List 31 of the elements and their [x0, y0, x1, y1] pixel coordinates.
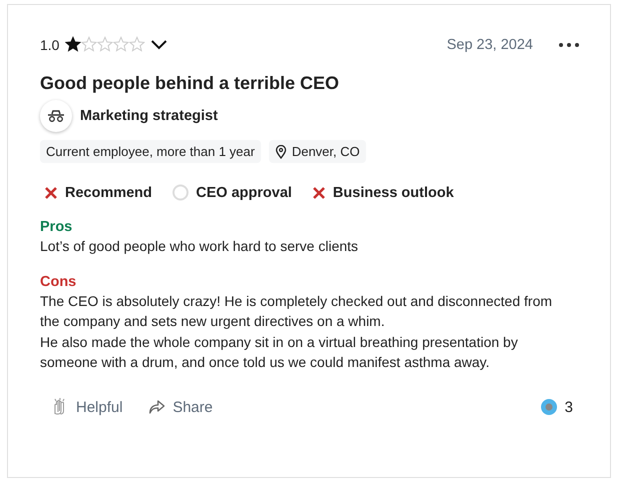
x-icon — [312, 186, 326, 200]
cons-text: He also made the whole company sit in on a virtual breathing presentation by someone with a drum, and once told us we could manifest asthma away. — [40, 333, 519, 372]
rating-label: Recommend — [65, 184, 152, 200]
location-tag: Denver, CO — [268, 140, 366, 163]
star-icon — [129, 36, 146, 52]
share-arrow-icon — [148, 400, 165, 414]
job-title: Marketing strategist — [80, 108, 218, 124]
review-date: Sep 23, 2024 — [446, 37, 533, 53]
cons-heading: Cons — [40, 274, 78, 290]
x-icon — [44, 186, 58, 200]
pros-text: Lot’s of good people who work hard to serve clients — [40, 237, 360, 256]
star-icon — [113, 36, 130, 52]
star-icon — [65, 36, 82, 52]
more-options-icon[interactable] — [559, 43, 579, 47]
star-icon — [97, 36, 114, 52]
rating-label: CEO approval — [196, 184, 292, 200]
share-button[interactable]: Share — [148, 398, 213, 416]
employment-tag: Current employee, more than 1 year — [40, 140, 261, 163]
rating-value: 1.0 — [40, 37, 60, 53]
cons-text: The CEO is absolutely crazy! He is completely checked out and disconnected from the company and sets new urgent directives on a whim. — [40, 292, 554, 331]
star-icon — [81, 36, 98, 52]
location-pin-icon — [274, 144, 287, 158]
rating-label: Business outlook — [332, 184, 454, 200]
hat-glasses-icon — [47, 110, 65, 122]
empty-circle-icon — [172, 184, 190, 201]
clapping-emoji-icon — [540, 399, 557, 415]
review-title: Good people behind a terrible CEO — [40, 73, 340, 94]
helpful-button[interactable]: Helpful — [52, 398, 123, 416]
chevron-down-icon[interactable] — [151, 40, 168, 50]
helpful-count: 3 — [564, 398, 573, 416]
pros-heading: Pros — [40, 219, 74, 235]
